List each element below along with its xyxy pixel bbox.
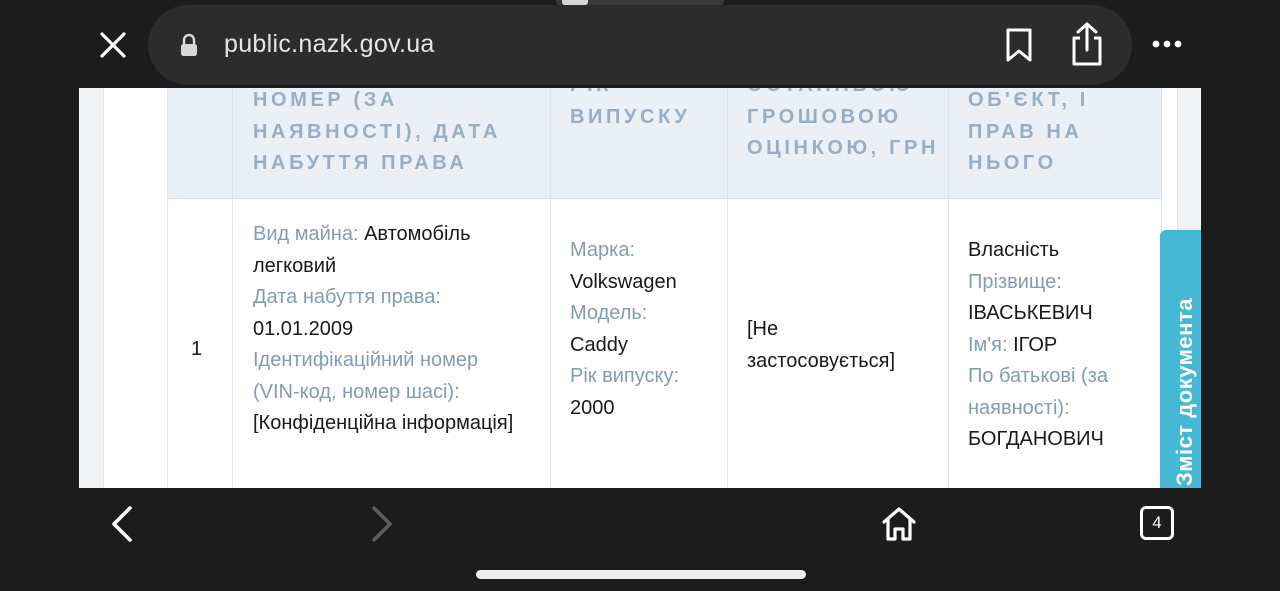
ellipsis-icon [1152,40,1182,48]
document-sheet: НОМЕР (ЗА НАЯВНОСТІ), ДАТА НАБУТТЯ ПРАВА… [103,88,1178,488]
patronymic-value: БОГДАНОВИЧ [968,428,1104,450]
model-label: Модель: [570,302,648,324]
header-cell-valuation: ОСТАННЬОЮ ГРОШОВОЮ ОЦІНКОЮ, ГРН [747,88,939,159]
document-contents-label: Зміст документа [1172,298,1197,486]
brand-value: Volkswagen [570,270,677,293]
header-cell-registration: НОМЕР (ЗА НАЯВНОСТІ), ДАТА НАБУТТЯ ПРАВА [253,89,501,174]
more-options-button[interactable] [1146,34,1188,54]
year-value: 2000 [570,396,615,419]
document-contents-tab[interactable]: Зміст документа [1160,230,1201,488]
cell-property-info: Вид майна: Автомобіль легковий Дата набу… [253,219,528,440]
back-button[interactable] [106,504,140,544]
property-type-label: Вид майна: [253,223,359,245]
vin-label: Ідентифікаційний номер (VIN-код, номер ш… [253,349,479,403]
home-icon [882,507,916,541]
column-divider [550,88,551,488]
home-button[interactable] [878,503,920,545]
lock-icon [178,33,200,57]
chevron-left-icon [112,506,132,542]
acquire-date-value: 01.01.2009 [253,317,354,340]
column-divider [232,88,233,488]
year-label: Рік випуску: [570,365,680,387]
table-border [167,88,168,488]
url-text[interactable]: public.nazk.gov.ua [224,30,435,59]
valuation-value: [Не застосовується] [747,318,896,372]
bookmark-button[interactable] [1000,24,1038,66]
surname-value: ІВАСЬКЕВИЧ [968,302,1093,324]
ownership-value: Власність [968,239,1060,261]
bookmark-icon [1006,28,1032,62]
name-value: ІГОР [1013,333,1058,356]
share-button[interactable] [1066,20,1108,68]
brand-label: Марка: [570,239,635,261]
home-indicator[interactable] [476,570,806,579]
patronymic-label: По батькові (за наявності): [968,365,1108,419]
column-divider [727,88,728,488]
model-value: Caddy [570,333,628,356]
cell-vehicle-info: Марка: Volkswagen Модель: Caddy Рік випу… [570,235,710,424]
surname-label: Прізвище: [968,270,1062,293]
web-content[interactable]: НОМЕР (ЗА НАЯВНОСТІ), ДАТА НАБУТТЯ ПРАВА… [79,88,1201,488]
close-button[interactable] [92,24,134,66]
header-cell-year: РІК ВИПУСКУ [570,88,691,128]
chevron-right-icon [372,506,392,542]
close-icon [100,32,126,58]
cell-ownership: Власність Прізвище: ІВАСЬКЕВИЧ Ім'я: ІГО… [968,235,1148,456]
share-icon [1072,22,1102,66]
header-cell-ownership: ОБ'ЄКТ, І ПРАВ НА НЬОГО [968,89,1089,174]
name-label: Ім'я: [968,333,1008,356]
forward-button[interactable] [364,504,398,544]
acquire-date-label: Дата набуття права: [253,286,441,308]
cell-valuation: [Не застосовується] [747,314,927,377]
column-divider [948,88,949,488]
tabs-button[interactable]: 4 [1140,506,1174,540]
row-number: 1 [191,338,203,360]
vehicles-table: НОМЕР (ЗА НАЯВНОСТІ), ДАТА НАБУТТЯ ПРАВА… [167,88,1163,488]
vin-value: [Конфіденційна інформація] [253,412,514,434]
